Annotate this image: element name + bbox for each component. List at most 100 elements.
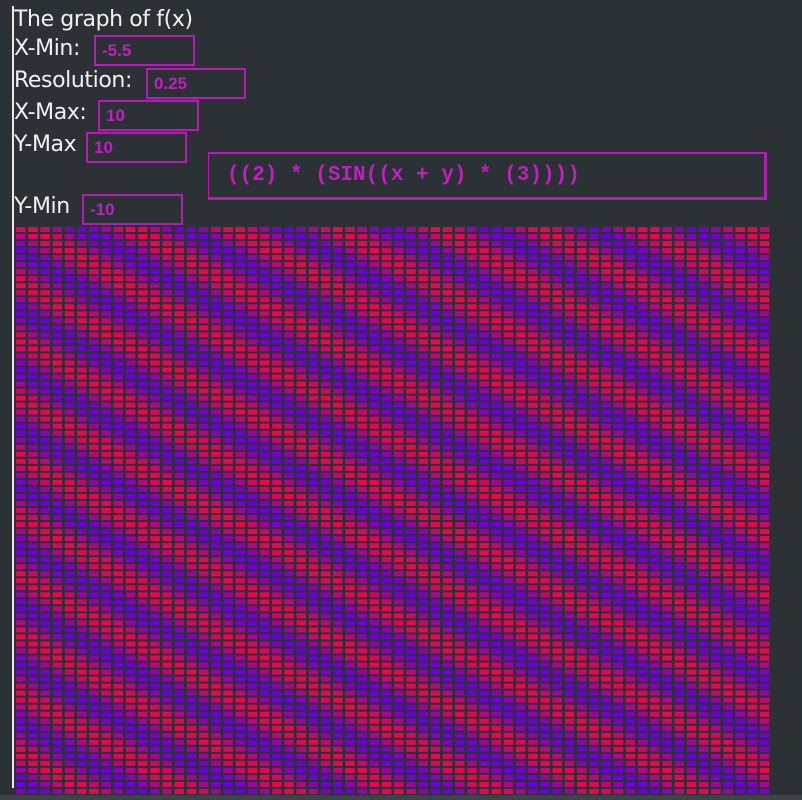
grid-cell bbox=[418, 241, 428, 247]
grid-cell bbox=[113, 304, 124, 310]
grid-cell bbox=[211, 241, 221, 247]
grid-cell bbox=[272, 557, 282, 563]
grid-cell bbox=[113, 662, 124, 668]
grid-cell bbox=[40, 732, 50, 738]
grid-cell bbox=[369, 529, 380, 535]
grid-cell bbox=[515, 683, 526, 689]
grid-cell bbox=[430, 697, 441, 703]
grid-cell bbox=[357, 458, 368, 464]
grid-cell bbox=[235, 255, 246, 261]
grid-cell bbox=[125, 641, 136, 647]
grid-cell bbox=[625, 339, 636, 345]
grid-cell bbox=[125, 374, 136, 380]
xmax-input[interactable] bbox=[98, 100, 199, 131]
grid-cell bbox=[52, 606, 63, 612]
grid-cell bbox=[333, 543, 343, 549]
grid-cell bbox=[454, 522, 465, 528]
grid-cell bbox=[76, 290, 87, 296]
grid-cell bbox=[174, 409, 185, 415]
grid-cell bbox=[467, 669, 477, 675]
grid-cell bbox=[259, 395, 270, 401]
grid-cell bbox=[284, 276, 294, 282]
grid-cell bbox=[52, 578, 63, 584]
grid-cell bbox=[64, 290, 75, 296]
grid-cell bbox=[625, 704, 636, 710]
grid-cell bbox=[747, 662, 758, 668]
grid-cell bbox=[235, 732, 246, 738]
grid-cell bbox=[308, 690, 319, 696]
grid-cell bbox=[698, 739, 709, 745]
grid-cell bbox=[357, 592, 368, 598]
grid-cell bbox=[515, 522, 526, 528]
grid-cell bbox=[479, 543, 489, 549]
grid-cell bbox=[637, 599, 648, 605]
grid-cell bbox=[223, 297, 233, 303]
grid-cell bbox=[333, 269, 343, 275]
grid-cell bbox=[174, 283, 185, 289]
grid-cell bbox=[28, 683, 38, 689]
grid-cell bbox=[369, 690, 380, 696]
grid-cell bbox=[89, 402, 99, 408]
formula-input[interactable] bbox=[208, 152, 767, 200]
grid-cell bbox=[16, 613, 26, 619]
grid-cell bbox=[223, 381, 233, 387]
grid-cell bbox=[186, 662, 197, 668]
grid-cell bbox=[345, 760, 355, 766]
ymax-input[interactable] bbox=[86, 132, 187, 163]
grid-cell bbox=[162, 493, 172, 499]
grid-cell bbox=[174, 395, 185, 401]
grid-cell bbox=[284, 255, 294, 261]
grid-cell bbox=[40, 522, 50, 528]
grid-cell bbox=[711, 479, 721, 485]
grid-cell bbox=[174, 465, 185, 471]
grid-cell bbox=[308, 522, 319, 528]
grid-cell bbox=[418, 704, 428, 710]
grid-cell bbox=[601, 332, 611, 338]
grid-cell bbox=[186, 774, 197, 780]
grid-cell bbox=[150, 325, 160, 331]
ymin-input[interactable] bbox=[82, 194, 183, 225]
grid-cell bbox=[272, 437, 282, 443]
grid-cell bbox=[406, 402, 416, 408]
grid-cell bbox=[235, 788, 246, 794]
grid-cell bbox=[406, 339, 416, 345]
grid-cell bbox=[101, 311, 111, 317]
grid-cell bbox=[454, 606, 465, 612]
grid-cell bbox=[16, 290, 26, 296]
grid-cell bbox=[369, 332, 380, 338]
grid-cell bbox=[430, 297, 441, 303]
xmin-input[interactable] bbox=[94, 35, 195, 66]
grid-cell bbox=[528, 529, 538, 535]
grid-cell bbox=[747, 465, 758, 471]
grid-cell bbox=[662, 367, 672, 373]
grid-cell bbox=[637, 564, 648, 570]
grid-cell bbox=[528, 718, 538, 724]
grid-cell bbox=[308, 227, 319, 233]
grid-cell bbox=[454, 346, 465, 352]
grid-cell bbox=[40, 578, 50, 584]
resolution-input[interactable] bbox=[146, 68, 246, 99]
grid-cell bbox=[723, 255, 733, 261]
grid-cell bbox=[540, 536, 550, 542]
grid-cell bbox=[674, 360, 685, 366]
grid-cell bbox=[357, 634, 368, 640]
grid-cell bbox=[186, 416, 197, 422]
grid-cell bbox=[576, 493, 587, 499]
grid-cell bbox=[515, 529, 526, 535]
grid-cell bbox=[76, 543, 87, 549]
grid-cell bbox=[308, 409, 319, 415]
grid-cell bbox=[650, 515, 660, 521]
grid-cell bbox=[162, 627, 172, 633]
grid-cell bbox=[89, 606, 99, 612]
grid-cell bbox=[223, 262, 233, 268]
grid-cell bbox=[320, 437, 331, 443]
grid-cell bbox=[589, 718, 599, 724]
grid-cell bbox=[284, 465, 294, 471]
grid-cell bbox=[552, 529, 563, 535]
grid-cell bbox=[76, 662, 87, 668]
grid-cell bbox=[296, 500, 307, 506]
grid-cell bbox=[613, 318, 624, 324]
grid-cell bbox=[52, 248, 63, 254]
grid-cell bbox=[564, 451, 575, 457]
grid-cell bbox=[418, 465, 428, 471]
